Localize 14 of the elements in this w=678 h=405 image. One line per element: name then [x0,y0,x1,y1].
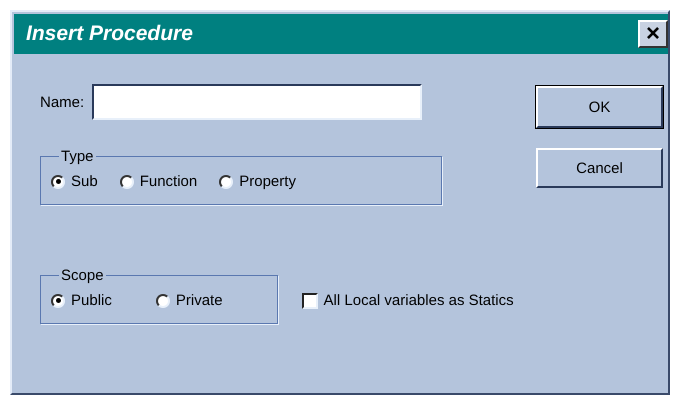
radio-option[interactable]: Function [120,173,198,190]
name-field[interactable] [92,84,422,120]
window-title: Insert Procedure [26,22,193,46]
group-title: Type [60,148,95,165]
radio-option[interactable]: Private [156,292,223,309]
dialog-button[interactable]: OK [536,86,663,128]
dialog-button[interactable]: Cancel [536,148,663,188]
radio-option[interactable]: Property [219,173,296,190]
statics-checkbox[interactable]: All Local variables as Statics [302,292,514,309]
radio-option[interactable]: Public [51,292,112,309]
name-label: Name: [40,94,84,110]
close-button[interactable]: × [638,20,668,48]
radio-option[interactable]: Sub [51,173,98,190]
group-title: Scope [60,267,105,284]
